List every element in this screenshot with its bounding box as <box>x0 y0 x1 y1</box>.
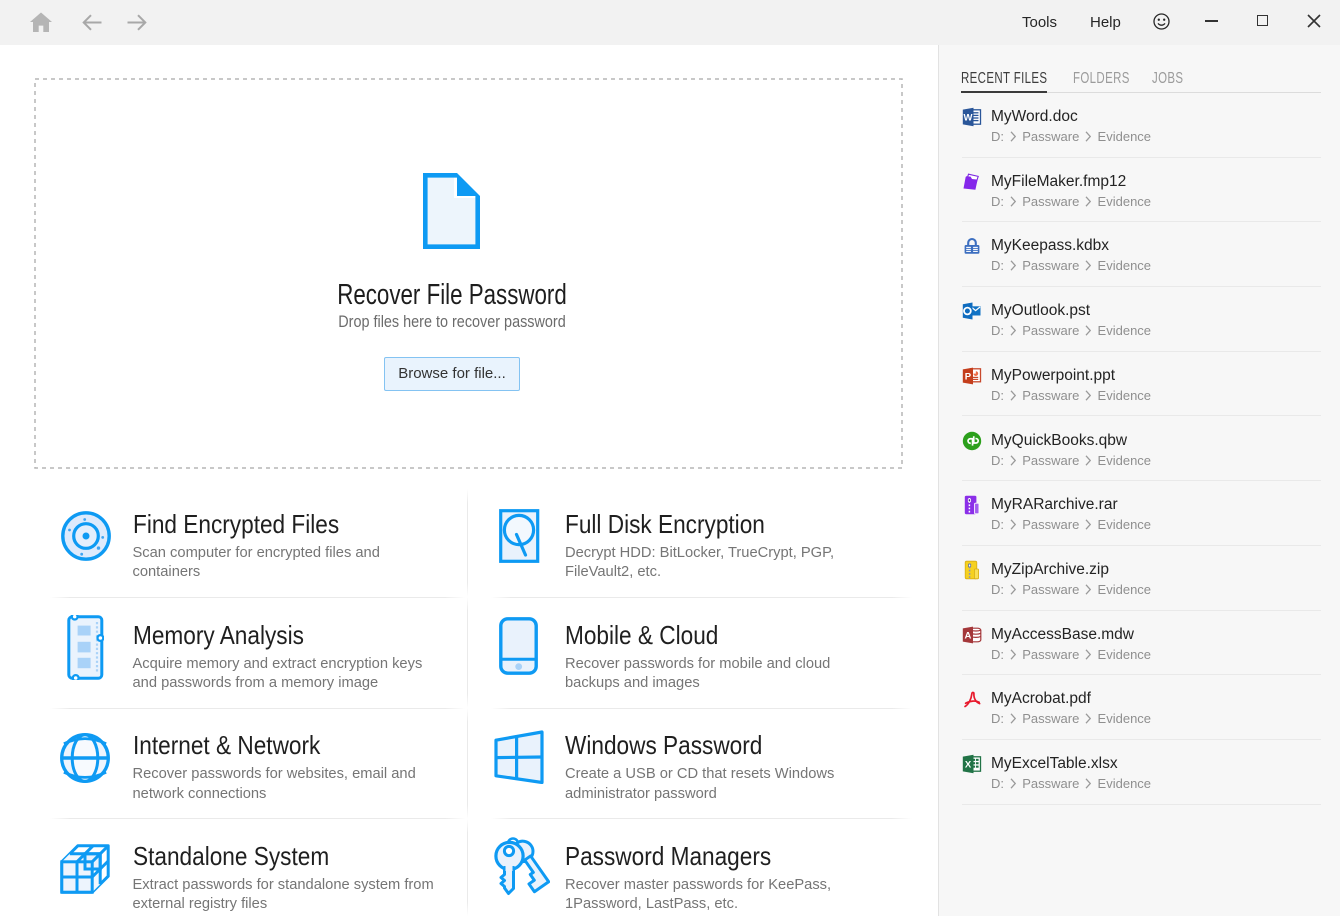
svg-text:W: W <box>964 112 973 123</box>
svg-text:A: A <box>964 630 971 641</box>
svg-text:X: X <box>965 759 972 770</box>
svg-text:P: P <box>965 371 972 382</box>
